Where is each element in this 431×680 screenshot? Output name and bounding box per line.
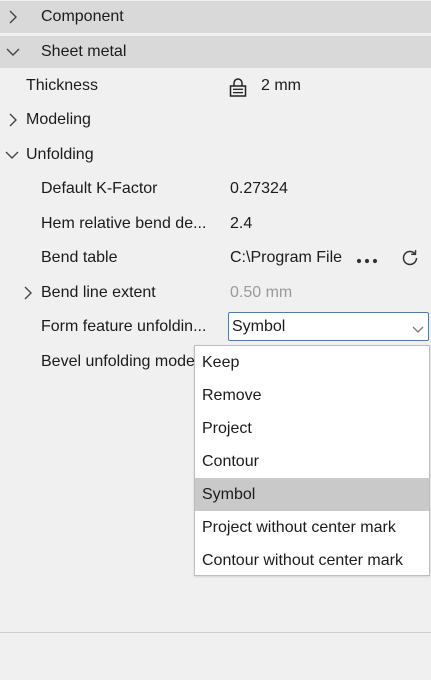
bend-table-value[interactable]: C:\Program File	[230, 241, 348, 275]
dropdown-option-remove[interactable]: Remove	[195, 379, 429, 412]
property-unfolding[interactable]: Unfolding	[0, 138, 431, 172]
unfolding-label: Unfolding	[26, 146, 94, 163]
section-component-label: Component	[41, 8, 124, 25]
modeling-label: Modeling	[26, 111, 91, 128]
chevron-right-icon[interactable]	[23, 276, 41, 310]
more-icon[interactable]	[356, 253, 378, 271]
section-sheet-metal-label: Sheet metal	[41, 43, 127, 60]
hem-label: Hem relative bend de...	[41, 215, 207, 232]
k-factor-label: Default K-Factor	[41, 180, 158, 197]
section-component[interactable]: Component	[0, 1, 431, 33]
k-factor-value[interactable]: 0.27324	[230, 172, 288, 206]
lock-icon[interactable]	[228, 77, 248, 102]
hem-value[interactable]: 2.4	[230, 207, 252, 241]
thickness-label: Thickness	[26, 77, 99, 94]
property-bend-table[interactable]: Bend table C:\Program File	[0, 241, 431, 275]
property-thickness[interactable]: Thickness 2 mm	[0, 69, 431, 103]
property-modeling[interactable]: Modeling	[0, 103, 431, 137]
chevron-right-icon[interactable]	[8, 103, 26, 137]
dropdown-option-project[interactable]: Project	[195, 412, 429, 445]
bend-line-label: Bend line extent	[41, 284, 156, 301]
bevel-label: Bevel unfolding mode	[41, 353, 195, 370]
dropdown-option-symbol[interactable]: Symbol	[195, 478, 429, 511]
form-feature-select[interactable]: Symbol	[228, 312, 429, 341]
property-hem-bend[interactable]: Hem relative bend de... 2.4	[0, 207, 431, 241]
property-bend-line-extent[interactable]: Bend line extent 0.50 mm	[0, 276, 431, 310]
bend-line-value: 0.50 mm	[230, 284, 293, 301]
form-feature-label: Form feature unfoldin...	[41, 318, 207, 335]
dropdown-option-keep[interactable]: Keep	[195, 346, 429, 379]
panel-divider	[0, 632, 431, 633]
form-feature-dropdown[interactable]: Keep Remove Project Contour Symbol Proje…	[194, 345, 430, 576]
refresh-icon[interactable]	[400, 248, 420, 273]
chevron-down-icon[interactable]	[6, 36, 24, 68]
section-sheet-metal[interactable]: Sheet metal	[0, 36, 431, 68]
form-feature-value: Symbol	[232, 318, 286, 335]
thickness-value[interactable]: 2 mm	[261, 69, 301, 103]
dropdown-option-contour[interactable]: Contour	[195, 445, 429, 478]
property-k-factor[interactable]: Default K-Factor 0.27324	[0, 172, 431, 206]
dropdown-option-project-no-center[interactable]: Project without center mark	[195, 511, 429, 544]
bend-table-label: Bend table	[41, 249, 118, 266]
chevron-down-icon[interactable]	[412, 322, 424, 340]
dropdown-option-contour-no-center[interactable]: Contour without center mark	[195, 544, 429, 577]
chevron-right-icon[interactable]	[8, 1, 26, 33]
chevron-down-icon[interactable]	[5, 138, 23, 172]
